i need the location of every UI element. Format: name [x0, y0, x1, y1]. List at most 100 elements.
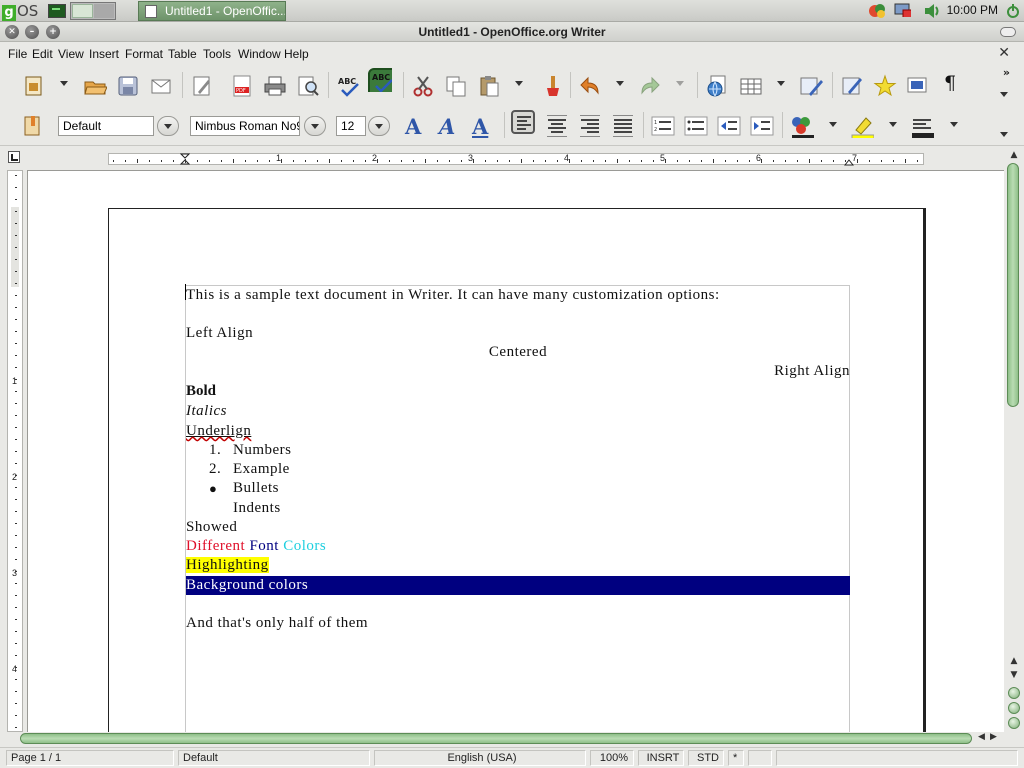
font-name-field[interactable]: Nimbus Roman No9 — [190, 116, 300, 136]
paragraph-closing[interactable]: And that's only half of them — [186, 614, 850, 633]
horizontal-ruler[interactable]: 1 2 3 4 5 6 7 — [108, 153, 924, 166]
paragraph-style-dropdown[interactable] — [157, 116, 179, 136]
list-item-text[interactable]: Bullets — [233, 479, 279, 498]
formatting-marks-icon[interactable]: ¶ — [944, 72, 956, 94]
paragraph-intro[interactable]: This is a sample text document in Writer… — [186, 286, 850, 305]
monitor-warning-icon[interactable] — [893, 1, 911, 17]
print-icon[interactable] — [263, 74, 287, 98]
font-name-dropdown[interactable] — [304, 116, 326, 136]
redo-dropdown-icon[interactable] — [676, 81, 684, 86]
misspelled-word[interactable]: Underlign — [186, 423, 251, 439]
scroll-up-icon[interactable]: ▲ — [1007, 149, 1021, 161]
hyperlink-icon[interactable] — [705, 74, 729, 98]
status-zoom[interactable]: 100% — [590, 750, 634, 766]
terminal-icon[interactable] — [48, 4, 66, 18]
tab-stop-type-icon[interactable] — [8, 151, 20, 163]
paragraph-style-field[interactable]: Default — [58, 116, 154, 136]
list-item-text[interactable]: Example — [233, 460, 290, 479]
cyan-text[interactable]: Colors — [283, 538, 326, 554]
undo-dropdown-icon[interactable] — [616, 81, 624, 86]
power-icon[interactable] — [1006, 3, 1020, 19]
highlight-icon[interactable] — [850, 114, 874, 138]
status-page-style[interactable]: Default — [178, 750, 370, 766]
page-preview-icon[interactable] — [296, 74, 320, 98]
status-signature[interactable] — [748, 750, 772, 766]
horizontal-scrollbar[interactable]: ◀ ▶ — [0, 732, 1004, 746]
red-text[interactable]: Different — [186, 538, 245, 554]
font-color-icon[interactable] — [790, 114, 814, 138]
menu-edit[interactable]: Edit — [32, 47, 53, 61]
data-sources-icon[interactable] — [906, 74, 930, 98]
save-icon[interactable] — [116, 74, 140, 98]
paragraph-bold[interactable]: Bold — [186, 382, 850, 401]
workspace-2[interactable] — [94, 4, 114, 18]
redo-icon[interactable] — [638, 74, 662, 98]
new-dropdown-icon[interactable] — [60, 81, 68, 86]
toolbar-options-icon[interactable] — [1000, 92, 1008, 98]
window-titlebar[interactable]: ✕ – + Untitled1 - OpenOffice.org Writer — [0, 22, 1024, 42]
menu-tools[interactable]: Tools — [203, 47, 231, 61]
vertical-scroll-thumb[interactable] — [1007, 163, 1019, 407]
menu-file[interactable]: File — [8, 47, 27, 61]
network-tray-icon[interactable] — [868, 2, 886, 18]
styles-formatting-icon[interactable] — [21, 114, 45, 138]
copy-icon[interactable] — [444, 74, 468, 98]
align-center-icon[interactable] — [545, 115, 569, 139]
vertical-scrollbar[interactable]: ▲ ▲ ▼ — [1004, 147, 1024, 733]
paragraph-centered[interactable]: Centered — [186, 343, 850, 362]
background-color-icon[interactable] — [910, 114, 934, 138]
menu-format[interactable]: Format — [125, 47, 163, 61]
close-document-icon[interactable]: ✕ — [998, 45, 1010, 61]
paragraph-italics[interactable]: Italics — [186, 402, 850, 421]
numbering-icon[interactable]: 12 — [651, 114, 675, 138]
background-color-dropdown-icon[interactable] — [950, 122, 958, 127]
list-item-text[interactable]: Numbers — [233, 441, 292, 460]
paragraph-highlighting[interactable]: Highlighting — [186, 556, 850, 575]
highlighted-text[interactable]: Highlighting — [186, 557, 269, 573]
toolbar-options-icon[interactable] — [1000, 132, 1008, 138]
italic-icon[interactable]: A — [439, 114, 455, 139]
increase-indent-icon[interactable] — [750, 114, 774, 138]
export-pdf-icon[interactable]: PDF — [230, 74, 254, 98]
status-language[interactable]: English (USA) — [374, 750, 586, 766]
toolbar-overflow-icon[interactable]: » — [1003, 66, 1010, 79]
navy-text[interactable]: Font — [249, 538, 279, 554]
clock[interactable]: 10:00 PM — [947, 3, 998, 17]
paste-dropdown-icon[interactable] — [515, 81, 523, 86]
window-shade-icon[interactable] — [1000, 27, 1016, 37]
workspace-1[interactable] — [72, 4, 93, 18]
scroll-left-icon[interactable]: ◀ — [978, 732, 985, 742]
indented-text[interactable]: Indents — [233, 499, 281, 518]
status-modified[interactable]: * — [728, 750, 744, 766]
justify-icon[interactable] — [611, 115, 635, 139]
new-document-icon[interactable] — [22, 74, 46, 98]
font-size-dropdown[interactable] — [368, 116, 390, 136]
status-insert-mode[interactable]: INSRT — [638, 750, 684, 766]
scroll-down-icon[interactable]: ▼ — [1007, 669, 1021, 681]
text-boundaries[interactable]: This is a sample text document in Writer… — [185, 285, 850, 732]
volume-icon[interactable] — [923, 2, 941, 18]
workspace-pager[interactable] — [70, 2, 116, 20]
menu-window[interactable]: Window — [238, 47, 281, 61]
highlight-dropdown-icon[interactable] — [889, 122, 897, 127]
edit-file-icon[interactable] — [190, 74, 214, 98]
spellcheck-icon[interactable]: ABC — [336, 74, 360, 98]
autospellcheck-icon[interactable]: ABC — [368, 68, 392, 92]
task-button-writer[interactable]: Untitled1 - OpenOffic... — [138, 1, 286, 21]
horizontal-scroll-thumb[interactable] — [20, 733, 972, 744]
menu-help[interactable]: Help — [284, 47, 309, 61]
align-right-icon[interactable] — [578, 115, 602, 139]
menu-insert[interactable]: Insert — [89, 47, 119, 61]
table-dropdown-icon[interactable] — [777, 81, 785, 86]
font-size-field[interactable]: 12 — [336, 116, 366, 136]
email-icon[interactable] — [149, 74, 173, 98]
page[interactable]: This is a sample text document in Writer… — [108, 208, 926, 732]
bold-icon[interactable]: A — [405, 114, 421, 139]
scroll-down-icon[interactable]: ▲ — [1007, 655, 1021, 667]
decrease-indent-icon[interactable] — [717, 114, 741, 138]
document-area[interactable]: This is a sample text document in Writer… — [27, 170, 1004, 732]
format-paintbrush-icon[interactable] — [538, 74, 562, 98]
next-page-icon[interactable] — [1008, 717, 1020, 729]
open-icon[interactable] — [83, 74, 107, 98]
vertical-ruler[interactable]: 1 2 3 4 — [7, 170, 23, 732]
